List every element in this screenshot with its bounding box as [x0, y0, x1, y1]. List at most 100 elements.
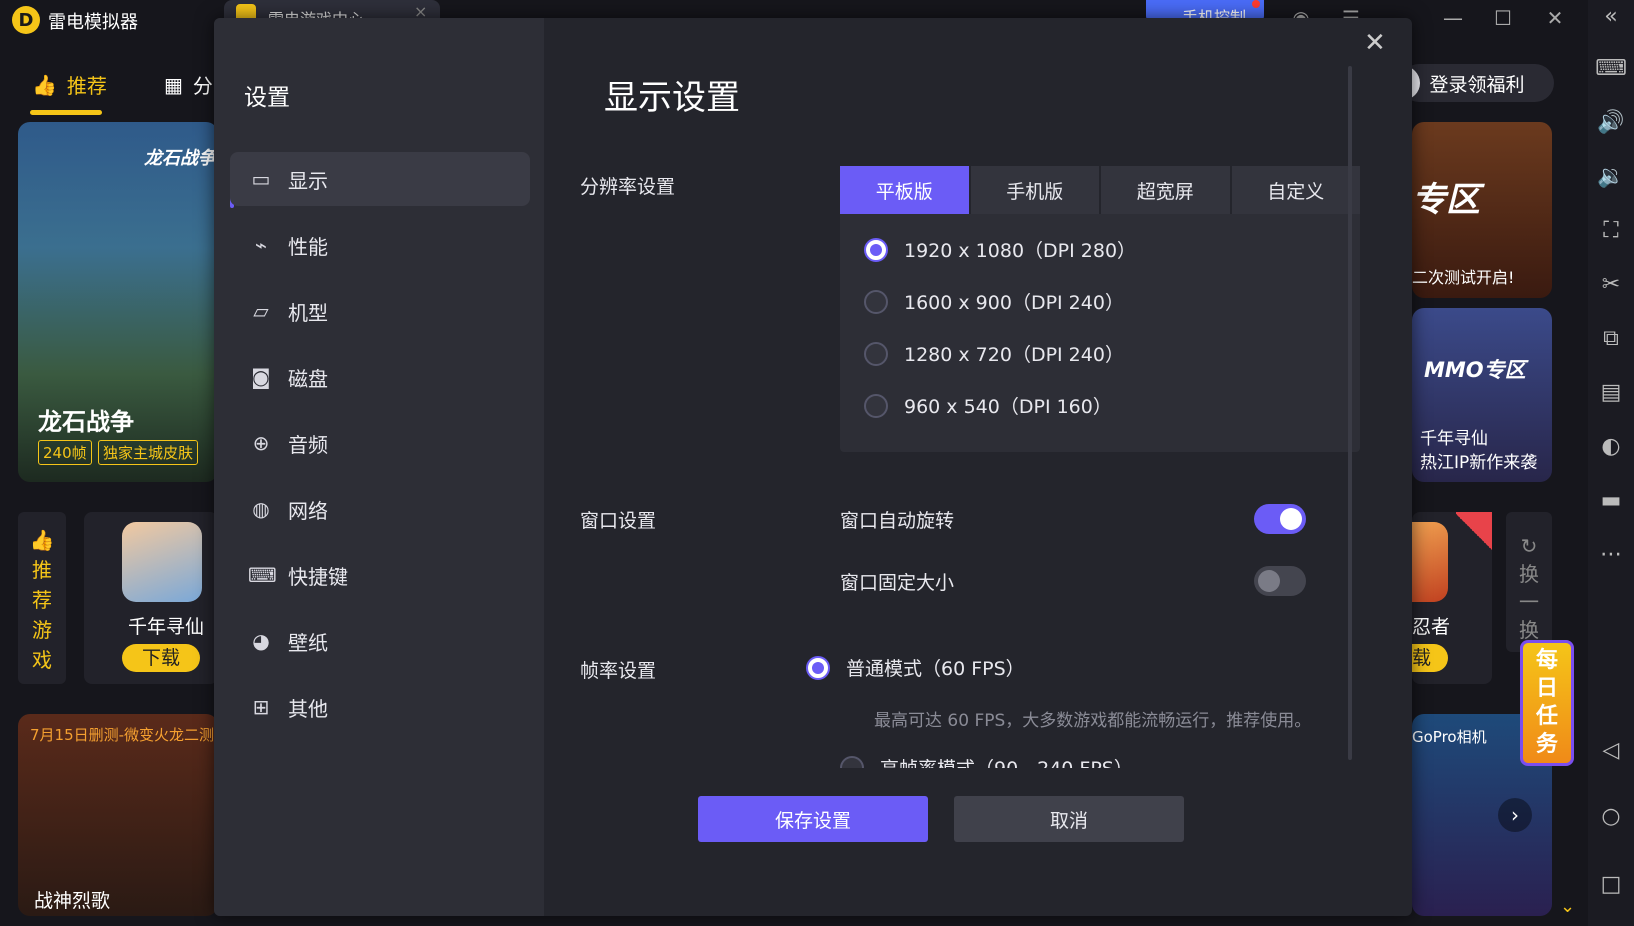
nav-category-label: 分 [192, 74, 213, 98]
keyboard-icon[interactable]: ⌨ [1588, 56, 1634, 81]
fps-high-option[interactable]: 高帧率模式（90 - 240 FPS） [840, 754, 1133, 768]
download-button[interactable]: 下载 [122, 644, 200, 672]
nav-recommend-label: 推荐 [66, 74, 107, 98]
resolution-label: 分辨率设置 [580, 176, 676, 198]
scrollbar[interactable] [1348, 66, 1352, 760]
game-card[interactable]: 忍者 载 [1412, 512, 1492, 684]
thumbs-up-icon: 👍 [32, 72, 57, 97]
globe-icon: ◍ [252, 497, 270, 521]
option-label: 1920 x 1080（DPI 280） [904, 240, 1137, 262]
tab-custom[interactable]: 自定义 [1231, 166, 1360, 214]
tab-tablet[interactable]: 平板版 [840, 166, 969, 214]
banner-logo: 龙石战争 [144, 148, 216, 169]
radio-unselected[interactable] [864, 289, 888, 314]
more-icon[interactable]: ⋯ [1588, 542, 1634, 567]
volume-down-icon[interactable]: 🔉 [1588, 164, 1634, 189]
cancel-button[interactable]: 取消 [954, 796, 1184, 842]
performance-icon: ⌁ [254, 233, 268, 257]
resolution-option[interactable]: 960 x 540（DPI 160） [864, 392, 1112, 419]
chevron-down-icon[interactable]: ⌄ [1560, 896, 1575, 917]
page-title: 显示设置 [604, 78, 740, 118]
settings-menu-display[interactable]: ▭ 显示 [230, 152, 530, 206]
auto-rotate-label: 窗口自动旋转 [840, 510, 955, 532]
option-label: 高帧率模式（90 - 240 FPS） [880, 754, 1133, 768]
daily-char: 日 [1535, 676, 1558, 701]
save-button[interactable]: 保存设置 [698, 796, 928, 842]
banner-title: MMO专区 [1424, 358, 1526, 382]
radio-unselected[interactable] [840, 756, 864, 768]
nav-category[interactable]: ▦ 分 [164, 70, 213, 99]
notification-dot [1252, 0, 1260, 8]
banner-zone[interactable]: 专区 二次测试开启! [1412, 122, 1552, 298]
banner-badge: 独家主城皮肤 [98, 440, 199, 465]
resolution-option[interactable]: 1280 x 720（DPI 240） [864, 340, 1124, 367]
nav-recommend[interactable]: 👍 推荐 [32, 70, 107, 99]
settings-menu-shortcuts[interactable]: ⌨ 快捷键 [230, 548, 530, 602]
folder-icon: ▱ [253, 299, 269, 323]
tab-phone[interactable]: 手机版 [970, 166, 1099, 214]
option-label: 1280 x 720（DPI 240） [904, 344, 1124, 366]
auto-rotate-toggle[interactable] [1254, 504, 1306, 534]
toggle-knob [1258, 570, 1280, 592]
chevron-right-icon[interactable]: › [1498, 798, 1532, 832]
home-icon[interactable]: ○ [1588, 804, 1634, 829]
fullscreen-icon[interactable]: ⛶ [1588, 218, 1634, 243]
tab-ultrawide[interactable]: 超宽屏 [1101, 166, 1230, 214]
record-icon[interactable]: ◐ [1588, 434, 1634, 459]
settings-menu-other[interactable]: ⊞ 其他 [230, 680, 530, 734]
menu-label: 网络 [288, 498, 328, 523]
banner-title: 7月15日删测-微变火龙二测来 [30, 726, 218, 744]
menu-label: 性能 [288, 234, 328, 259]
maximize-icon[interactable]: ☐ [1488, 6, 1518, 30]
daily-char: 务 [1535, 732, 1558, 757]
banner-event[interactable]: 7月15日删测-微变火龙二测来 战神烈歌 [18, 714, 218, 916]
game-card[interactable]: 千年寻仙 下载 [84, 512, 218, 684]
collapse-icon[interactable]: « [1588, 4, 1634, 29]
minimize-icon[interactable]: — [1438, 6, 1468, 30]
scissors-icon[interactable]: ✂ [1588, 272, 1634, 297]
app-logo-icon: D [12, 6, 40, 34]
app-name: 雷电模拟器 [48, 12, 138, 33]
close-window-icon[interactable]: ✕ [1540, 6, 1570, 30]
apk-icon[interactable]: ▤ [1588, 380, 1634, 405]
settings-menu-performance[interactable]: ⌁ 性能 [230, 218, 530, 272]
settings-menu-wallpaper[interactable]: ◕ 壁纸 [230, 614, 530, 668]
banner-title: 龙石战争 [38, 408, 134, 436]
game-icon [122, 522, 202, 602]
banner-badge: 240帧 [38, 440, 92, 465]
resolution-options: 1920 x 1080（DPI 280） 1600 x 900（DPI 240）… [840, 214, 1360, 452]
resolution-option[interactable]: 1920 x 1080（DPI 280） [864, 236, 1136, 263]
banner-dragonstone[interactable]: 龙石战争 龙石战争 240帧 独家主城皮肤 [18, 122, 218, 482]
banner-mmo[interactable]: MMO专区 千年寻仙 热江IP新作来袭 [1412, 308, 1552, 482]
radio-unselected[interactable] [864, 341, 888, 366]
settings-menu-model[interactable]: ▱ 机型 [230, 284, 530, 338]
multi-instance-icon[interactable]: ⧉ [1588, 326, 1634, 351]
banner-title: GoPro相机 [1412, 728, 1487, 746]
thumbs-up-icon: 👍 [29, 528, 55, 552]
fps-normal-option[interactable]: 普通模式（60 FPS） [806, 654, 1025, 681]
close-icon[interactable]: ✕ [1364, 28, 1386, 58]
daily-char: 每 [1535, 648, 1558, 673]
folder-icon[interactable]: ▬ [1588, 488, 1634, 513]
settings-menu-audio[interactable]: ⊕ 音频 [230, 416, 530, 470]
download-button[interactable]: 载 [1412, 644, 1448, 672]
swap-button[interactable]: ↻ 换 一 换 [1506, 512, 1552, 652]
event-tag [1456, 512, 1492, 552]
fixed-size-toggle[interactable] [1254, 566, 1306, 596]
fps-normal-description: 最高可达 60 FPS，大多数游戏都能流畅运行，推荐使用。 [874, 711, 1312, 731]
palette-icon: ◕ [252, 629, 270, 653]
game-name: 忍者 [1412, 616, 1451, 638]
radio-selected[interactable] [864, 237, 888, 262]
daily-task-button[interactable]: 每 日 任 务 [1520, 640, 1574, 766]
back-icon[interactable]: ◁ [1588, 738, 1634, 763]
monitor-icon: ▭ [251, 167, 271, 191]
recent-apps-icon[interactable]: □ [1588, 872, 1634, 897]
settings-menu-network[interactable]: ◍ 网络 [230, 482, 530, 536]
radio-selected[interactable] [806, 655, 830, 680]
settings-menu-disk[interactable]: ◙ 磁盘 [230, 350, 530, 404]
login-button[interactable]: 登录领福利 [1386, 64, 1554, 102]
refresh-icon: ↻ [1520, 534, 1538, 558]
radio-unselected[interactable] [864, 393, 888, 418]
volume-up-icon[interactable]: 🔊 [1588, 110, 1634, 135]
resolution-option[interactable]: 1600 x 900（DPI 240） [864, 288, 1124, 315]
